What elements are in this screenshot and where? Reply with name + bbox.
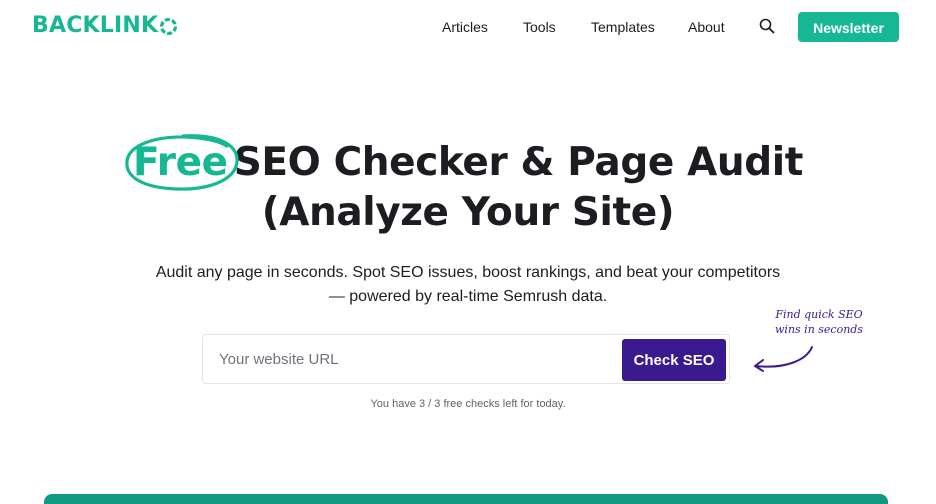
logo-o-icon [160,17,178,35]
free-highlight: Free [125,134,239,191]
hero-subtitle-line-2: — powered by real-time Semrush data. [328,288,608,305]
hero-title-rest: SEO Checker & Page Audit [233,140,804,185]
nav-item-articles[interactable]: Articles [442,17,488,37]
free-word: Free [133,140,228,185]
search-icon[interactable] [759,18,775,34]
curved-arrow-icon [754,346,813,372]
annotation-line-2: wins in seconds [775,323,863,336]
site-header: BACKLINK Articles Tools Templates About … [0,0,936,56]
nav-item-tools[interactable]: Tools [523,17,556,37]
page: BACKLINK Articles Tools Templates About … [0,0,936,504]
hero-subtitle-line-1: Audit any page in seconds. Spot SEO issu… [155,264,781,281]
logo-text: BACKLINK [32,13,159,38]
bottom-section-band [44,494,888,504]
free-checks-remaining: You have 3 / 3 free checks left for toda… [370,398,566,410]
seo-check-form: Check SEO [202,334,730,384]
website-url-input[interactable] [204,336,609,382]
hero-title: Free SEO Checker & Page Audit (Analyze Y… [0,134,936,238]
newsletter-button[interactable]: Newsletter [798,12,899,42]
hero-title-line-1: Free SEO Checker & Page Audit [0,134,936,191]
annotation-line-1: Find quick SEO [775,308,863,321]
backlinko-logo[interactable]: BACKLINK [32,14,178,38]
hero-title-line-2: (Analyze Your Site) [261,190,675,235]
nav-item-templates[interactable]: Templates [591,17,655,37]
handwritten-annotation: Find quick SEO wins in seconds [774,307,864,337]
check-seo-button[interactable]: Check SEO [622,339,726,381]
nav-item-about[interactable]: About [688,17,725,37]
hero-subtitle: Audit any page in seconds. Spot SEO issu… [0,261,936,309]
